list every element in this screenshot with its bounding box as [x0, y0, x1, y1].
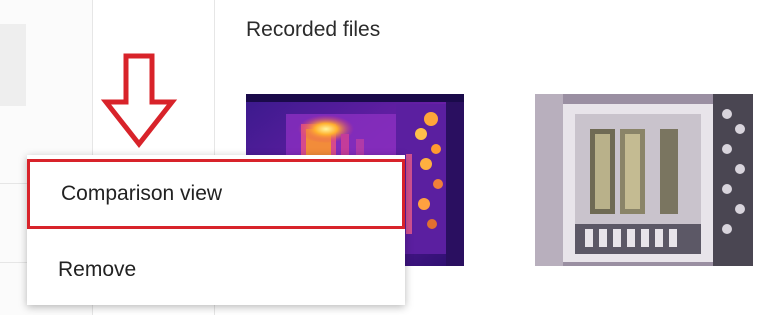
recorded-files-title: Recorded files [246, 18, 381, 41]
sidebar-selected-item[interactable] [0, 24, 26, 106]
context-menu: Comparison view Remove [27, 155, 405, 305]
red-down-arrow-icon [100, 52, 180, 155]
menu-item-remove[interactable]: Remove [27, 235, 405, 305]
menu-item-label: Comparison view [61, 182, 223, 205]
menu-item-label: Remove [58, 258, 137, 281]
visual-image-thumbnail[interactable] [535, 94, 753, 266]
menu-item-comparison-view[interactable]: Comparison view [27, 159, 405, 229]
